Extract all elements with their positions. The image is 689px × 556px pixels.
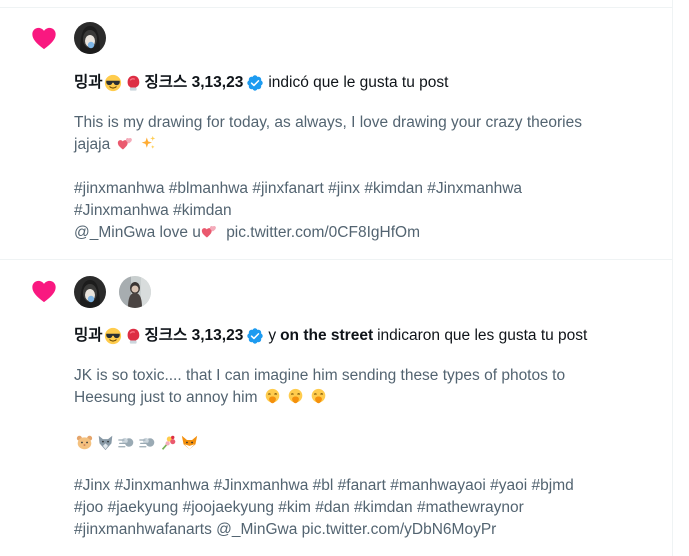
notification-header: 밍과 징크스 3,13,23 y on the street indicaron…	[74, 326, 587, 346]
sparkles-emoji-icon	[141, 135, 156, 149]
boxing-glove-icon	[127, 328, 139, 344]
verified-badge-icon	[247, 328, 264, 344]
hashtags-line[interactable]: #Jinxmanhwa #kimdan	[74, 200, 654, 222]
pic-link[interactable]: pic.twitter.com/0CF8IgHfOm	[226, 224, 420, 241]
fox-emoji-icon	[181, 435, 198, 449]
user-name-suffix[interactable]: 징크스 3,13,23	[145, 326, 244, 346]
bouquet-emoji-icon	[161, 435, 176, 450]
heart-icon	[32, 27, 56, 50]
user-name[interactable]: 밍과	[74, 326, 103, 346]
action-text: indicaron que les gusta tu post	[377, 327, 588, 344]
user-name[interactable]: 밍과	[74, 73, 103, 93]
hamster-emoji-icon	[76, 435, 93, 449]
sunglasses-emoji-icon	[104, 327, 121, 345]
sunglasses-emoji-icon	[104, 74, 121, 92]
connector-text: y	[268, 327, 277, 344]
other-user-name[interactable]: on the street	[280, 326, 373, 346]
second-user-avatar[interactable]	[119, 276, 151, 308]
top-divider	[0, 0, 672, 8]
post-line: JK is so toxic.... that I can imagine hi…	[74, 367, 566, 384]
mention-text[interactable]: @_MinGwa love u	[74, 224, 201, 241]
post-line-with-emoji: Heesung just to annoy him	[74, 387, 654, 409]
user-avatar[interactable]	[74, 22, 106, 54]
two-hearts-emoji-icon	[201, 225, 216, 238]
boxing-glove-icon	[127, 75, 139, 91]
face-hand-over-mouth-icon	[288, 388, 303, 404]
post-text[interactable]: JK is so toxic.... that I can imagine hi…	[74, 365, 654, 541]
hashtags-line[interactable]: #joo #jaekyung #joojaekyung #kim #dan #k…	[74, 497, 654, 519]
mention-line: @_MinGwa love u pic.twitter.com/0CF8IgHf…	[74, 222, 654, 244]
face-hand-over-mouth-icon	[265, 388, 280, 404]
user-name-suffix[interactable]: 징크스 3,13,23	[145, 73, 244, 93]
post-line-with-emoji: jajaja	[74, 134, 654, 156]
notification-header: 밍과 징크스 3,13,23 indicó que le gusta tu po…	[74, 73, 448, 93]
hashtags-line[interactable]: #Jinx #Jinxmanhwa #Jinxmanhwa #bl #fanar…	[74, 475, 654, 497]
action-text: indicó que le gusta tu post	[268, 74, 449, 91]
hashtags-line[interactable]: #jinxmanhwa #blmanhwa #jinxfanart #jinx …	[74, 178, 654, 200]
post-text[interactable]: This is my drawing for today, as always,…	[74, 112, 654, 244]
hashtags-line[interactable]: #jinxmanhwafanarts @_MinGwa pic.twitter.…	[74, 519, 654, 541]
user-avatar[interactable]	[74, 276, 106, 308]
wolf-emoji-icon	[98, 435, 113, 450]
emoji-row	[74, 431, 654, 453]
post-line: Heesung just to annoy him	[74, 389, 258, 406]
divider	[0, 259, 672, 260]
two-hearts-emoji-icon	[117, 137, 132, 150]
post-line: This is my drawing for today, as always,…	[74, 114, 582, 131]
face-hand-over-mouth-icon	[312, 388, 326, 404]
post-line: jajaja	[74, 136, 111, 153]
verified-badge-icon	[247, 75, 264, 91]
heart-icon	[32, 280, 56, 303]
dash-emoji-icon	[139, 437, 155, 447]
notifications-feed: 밍과 징크스 3,13,23 indicó que le gusta tu po…	[0, 0, 673, 556]
dash-emoji-icon	[118, 437, 134, 447]
